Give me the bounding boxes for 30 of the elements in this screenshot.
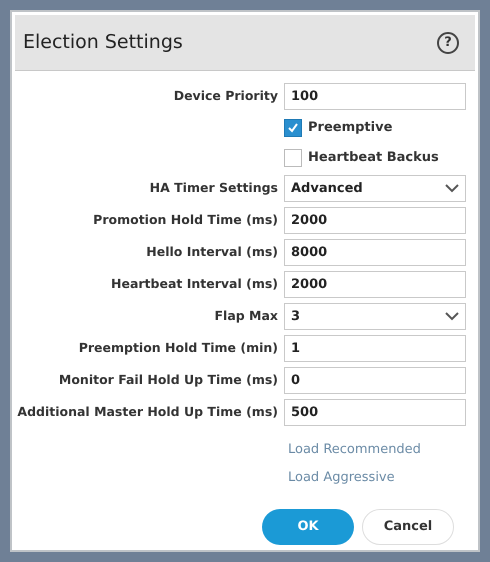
field-label: Flap Max (214, 307, 278, 326)
field-label: Additional Master Hold Up Time (ms) (17, 403, 278, 422)
dialog-title: Election Settings (23, 30, 183, 56)
checkbox-label: Preemptive (308, 118, 392, 137)
field-label: Device Priority (174, 87, 278, 106)
link[interactable]: Load Recommended (288, 440, 421, 460)
field-label: Hello Interval (ms) (146, 243, 278, 262)
link[interactable]: Load Aggressive (288, 468, 395, 487)
field-label: HA Timer Settings (150, 179, 278, 198)
checkbox[interactable] (284, 148, 302, 166)
dropdown[interactable]: 3 (284, 303, 466, 330)
checkbox[interactable] (284, 118, 302, 136)
checkbox-label: Heartbeat Backus (308, 148, 439, 167)
input-field[interactable]: 1 (284, 335, 466, 362)
chevron-icon (445, 312, 459, 321)
field-label: Preemption Hold Time (min) (78, 339, 278, 358)
field-label: Heartbeat Interval (ms) (111, 275, 278, 294)
input-field[interactable]: 500 (284, 399, 466, 426)
input-field[interactable]: 0 (284, 367, 466, 394)
field-label: Promotion Hold Time (ms) (93, 211, 278, 230)
dropdown[interactable]: Advanced (284, 175, 466, 202)
input-field[interactable]: 100 (284, 83, 466, 110)
input-field[interactable]: 2000 (284, 207, 466, 234)
check-icon (287, 122, 299, 134)
field-label: Monitor Fail Hold Up Time (ms) (58, 371, 278, 390)
input-field[interactable]: 8000 (284, 239, 466, 266)
help-button[interactable]: ? (437, 32, 459, 54)
chevron-icon (445, 184, 459, 193)
cancel-button[interactable]: Cancel (362, 509, 454, 545)
input-field[interactable]: 2000 (284, 271, 466, 298)
